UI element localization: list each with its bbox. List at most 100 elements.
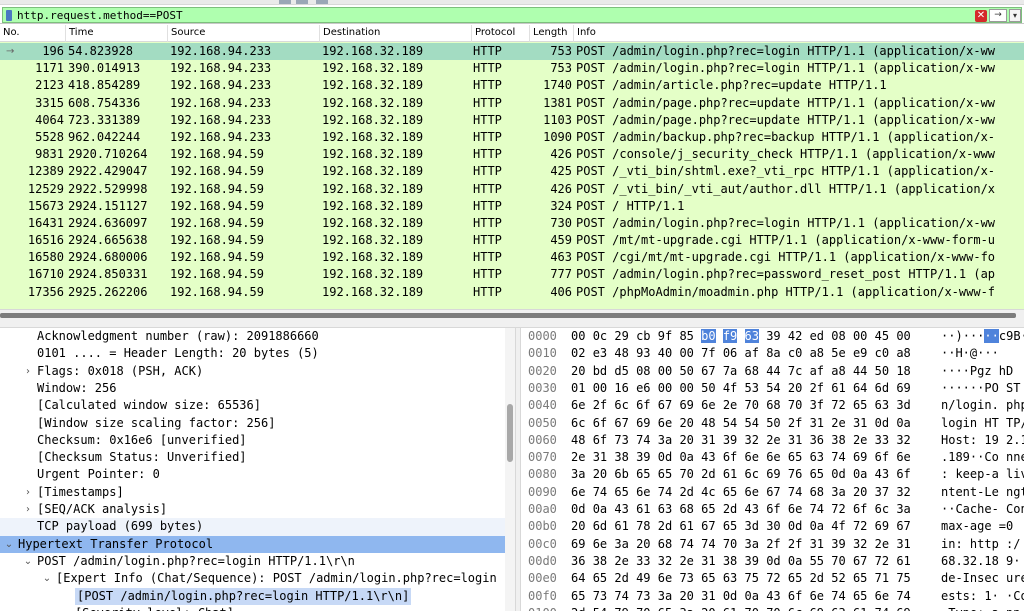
hex-byte[interactable]: 4f [723, 381, 737, 395]
hex-byte[interactable]: 61 [896, 554, 910, 568]
packet-row[interactable]: 17356 2925.262206 192.168.94.59 192.168.32.… [0, 284, 1024, 301]
bytes-row[interactable]: 00e0 64 65 2d 49 6e 73 65 63 75 72 65 2d … [521, 570, 1024, 587]
hex-bytes[interactable]: 00 0c 29 cb 9f 85 b0 f9 63 39 42 ed 08 0… [571, 328, 911, 345]
hex-byte[interactable]: 74 [636, 433, 650, 447]
detail-tree-item[interactable]: [Checksum Status: Unverified] [0, 449, 515, 466]
hex-byte[interactable]: 50 [701, 381, 715, 395]
hex-byte[interactable]: 76 [788, 467, 802, 481]
hex-byte[interactable]: 6c [875, 502, 889, 516]
scrollbar-thumb[interactable] [507, 404, 513, 462]
hex-byte[interactable]: 20 [853, 485, 867, 499]
hex-byte[interactable]: c0 [788, 346, 802, 360]
hex-byte[interactable]: 08 [636, 364, 650, 378]
hex-byte[interactable]: 70 [636, 606, 650, 611]
hex-byte[interactable]: 6e [745, 485, 759, 499]
hex-byte[interactable]: 6f [853, 502, 867, 516]
hex-byte[interactable]: 85 [679, 329, 693, 343]
hex-byte[interactable]: 61 [831, 381, 845, 395]
hex-byte[interactable]: 68 [745, 364, 759, 378]
hex-byte[interactable]: 00 [679, 346, 693, 360]
hex-byte[interactable]: 48 [571, 433, 585, 447]
hex-byte[interactable]: f9 [722, 329, 738, 343]
packet-row[interactable]: 12389 2922.429047 192.168.94.59 192.168.32.… [0, 163, 1024, 180]
hex-byte[interactable]: 69 [636, 416, 650, 430]
hex-byte[interactable]: 2e [875, 537, 889, 551]
hex-byte[interactable]: 6e [571, 485, 585, 499]
ascii-bytes[interactable]: ests: 1· ·Co [941, 588, 1024, 605]
hex-byte[interactable]: 6f [723, 450, 737, 464]
hex-byte[interactable]: a8 [896, 346, 910, 360]
hex-byte[interactable]: e6 [636, 381, 650, 395]
hex-byte[interactable]: 6d [593, 519, 607, 533]
bytes-row[interactable]: 0050 6c 6f 67 69 6e 20 48 54 54 50 2f 31 … [521, 415, 1024, 432]
hex-byte[interactable]: 3d [745, 519, 759, 533]
bytes-row[interactable]: 00d0 36 38 2e 33 32 2e 31 38 39 0d 0a 55 … [521, 553, 1024, 570]
hex-byte[interactable]: 93 [636, 346, 650, 360]
bytes-row[interactable]: 00f0 65 73 74 73 3a 20 31 0d 0a 43 6f 6e … [521, 588, 1024, 605]
hex-byte[interactable]: 0d [788, 519, 802, 533]
hex-byte[interactable]: 6e [571, 398, 585, 412]
hex-byte[interactable]: 72 [766, 571, 780, 585]
hex-byte[interactable]: 72 [831, 398, 845, 412]
hex-byte[interactable]: 70 [723, 537, 737, 551]
hex-byte[interactable]: 3a [658, 589, 672, 603]
hex-byte[interactable]: 65 [853, 589, 867, 603]
hex-byte[interactable]: 00 [896, 329, 910, 343]
bytes-row[interactable]: 00a0 0d 0a 43 61 63 68 65 2d 43 6f 6e 74 … [521, 501, 1024, 518]
bytes-row[interactable]: 0040 6e 2f 6c 6f 67 69 6e 2e 70 68 70 3f … [521, 397, 1024, 414]
hex-byte[interactable]: 63 [658, 502, 672, 516]
hex-byte[interactable]: 39 [766, 329, 780, 343]
hex-bytes[interactable]: 48 6f 73 74 3a 20 31 39 32 2e 31 36 38 2… [571, 432, 911, 449]
detail-tree-item[interactable]: [Severity level: Chat] [0, 605, 515, 611]
hex-byte[interactable]: 20 [679, 433, 693, 447]
hex-byte[interactable]: 6f [875, 450, 889, 464]
hex-byte[interactable]: 75 [745, 571, 759, 585]
hex-byte[interactable]: 9f [658, 329, 672, 343]
hex-byte[interactable]: 06 [723, 346, 737, 360]
packet-row[interactable]: 4064 723.331389 192.168.94.233 192.168.32.1… [0, 112, 1024, 129]
hex-byte[interactable]: 38 [614, 450, 628, 464]
ascii-bytes[interactable]: -Type: a pp. [941, 605, 1024, 611]
hex-byte[interactable]: 00 [679, 381, 693, 395]
hex-byte[interactable]: 54 [766, 381, 780, 395]
hex-byte[interactable]: 69 [875, 519, 889, 533]
hex-byte[interactable]: 4f [831, 519, 845, 533]
detail-tree-item[interactable]: Acknowledgment number (raw): 2091886660 [0, 328, 515, 345]
hex-byte[interactable]: 44 [766, 364, 780, 378]
hex-byte[interactable]: 65 [636, 467, 650, 481]
hex-byte[interactable]: 0d [571, 502, 585, 516]
detail-tree-item[interactable]: Window: 256 [0, 380, 515, 397]
hex-byte[interactable]: 6e [658, 416, 672, 430]
hex-byte[interactable]: 31 [853, 416, 867, 430]
packet-row[interactable]: 16710 2924.850331 192.168.94.59 192.168.32.… [0, 266, 1024, 283]
hex-byte[interactable]: 65 [701, 502, 715, 516]
hex-byte[interactable]: 74 [679, 537, 693, 551]
hex-byte[interactable]: 67 [701, 519, 715, 533]
hex-byte[interactable]: 2e [766, 433, 780, 447]
hex-byte[interactable]: 6e [745, 450, 759, 464]
hex-byte[interactable]: 32 [853, 537, 867, 551]
hex-bytes[interactable]: 3a 20 6b 65 65 70 2d 61 6c 69 76 65 0d 0… [571, 466, 911, 483]
hex-byte[interactable]: 74 [593, 485, 607, 499]
hex-byte[interactable]: 3d [896, 398, 910, 412]
hex-byte[interactable]: 43 [614, 502, 628, 516]
hex-byte[interactable]: e3 [593, 346, 607, 360]
packet-row[interactable]: 1171 390.014913 192.168.94.233 192.168.32.1… [0, 60, 1024, 77]
hex-byte[interactable]: 74 [896, 589, 910, 603]
hex-byte[interactable]: 7f [701, 346, 715, 360]
hex-byte[interactable]: 6f [636, 398, 650, 412]
hex-byte[interactable]: 32 [658, 554, 672, 568]
hex-byte[interactable]: 20 [788, 381, 802, 395]
bytes-row[interactable]: 0030 01 00 16 e6 00 00 50 4f 53 54 20 2f … [521, 380, 1024, 397]
hex-byte[interactable]: 50 [679, 364, 693, 378]
hex-byte[interactable]: 20 [571, 519, 585, 533]
hex-byte[interactable]: 20 [701, 606, 715, 611]
hex-byte[interactable]: 75 [896, 571, 910, 585]
detail-tree-item[interactable]: Checksum: 0x16e6 [unverified] [0, 432, 515, 449]
packet-row[interactable]: 12529 2922.529998 192.168.94.59 192.168.32.… [0, 181, 1024, 198]
hex-byte[interactable]: 7a [723, 364, 737, 378]
hex-byte[interactable]: 0c [593, 329, 607, 343]
hex-byte[interactable]: 74 [701, 537, 715, 551]
hex-byte[interactable]: 50 [875, 364, 889, 378]
hex-byte[interactable]: 61 [636, 502, 650, 516]
